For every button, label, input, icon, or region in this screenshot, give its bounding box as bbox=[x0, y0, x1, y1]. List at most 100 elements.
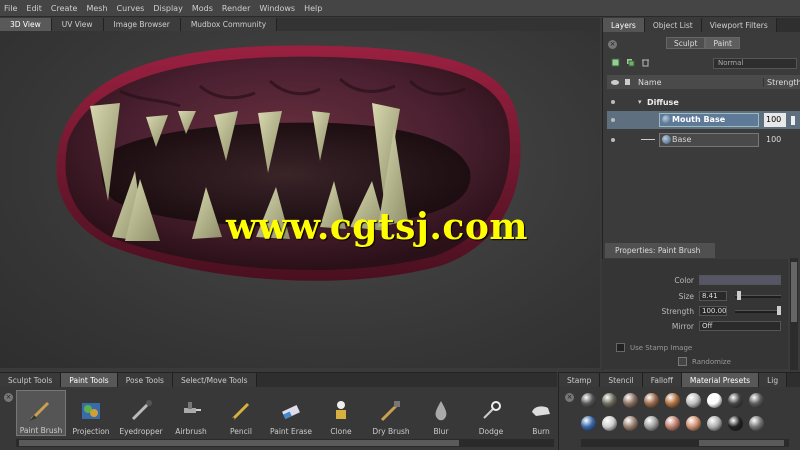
menu-render[interactable]: Render bbox=[222, 4, 250, 13]
material-preset-ball[interactable] bbox=[644, 393, 659, 408]
tool-dry-brush[interactable]: Dry Brush bbox=[366, 390, 416, 436]
menu-mesh[interactable]: Mesh bbox=[86, 4, 107, 13]
tool-dodge[interactable]: Dodge bbox=[466, 390, 516, 436]
layer-name[interactable]: Base bbox=[659, 133, 759, 147]
scrollbar-thumb[interactable] bbox=[19, 440, 459, 446]
properties-title: Properties: Paint Brush bbox=[605, 243, 715, 258]
paint-mode-button[interactable]: Paint bbox=[705, 37, 740, 49]
strength-field[interactable]: 100.00 bbox=[699, 306, 727, 316]
randomize-checkbox[interactable] bbox=[678, 357, 687, 366]
material-preset-ball[interactable] bbox=[707, 393, 722, 408]
scrollbar-thumb[interactable] bbox=[791, 262, 797, 322]
sculpt-mode-button[interactable]: Sculpt bbox=[666, 37, 706, 49]
menu-curves[interactable]: Curves bbox=[117, 4, 145, 13]
material-preset-ball[interactable] bbox=[749, 393, 764, 408]
material-preset-ball[interactable] bbox=[581, 393, 596, 408]
tool-clone[interactable]: Clone bbox=[316, 390, 366, 436]
material-tray-scrollbar[interactable] bbox=[581, 439, 789, 447]
layer-row[interactable]: Base 100 bbox=[607, 131, 800, 149]
layer-row[interactable]: Mouth Base 100 bbox=[607, 111, 800, 129]
tab-stencil[interactable]: Stencil bbox=[600, 373, 643, 387]
size-slider[interactable] bbox=[735, 295, 781, 298]
layer-name-text: Mouth Base bbox=[672, 115, 726, 124]
material-preset-ball[interactable] bbox=[728, 393, 743, 408]
material-preset-ball[interactable] bbox=[728, 416, 743, 431]
tool-label: Projection bbox=[72, 427, 110, 436]
expand-arrow-icon[interactable]: ▾ bbox=[638, 98, 642, 106]
size-label: Size bbox=[678, 292, 694, 301]
material-preset-ball[interactable] bbox=[602, 393, 617, 408]
material-preset-ball[interactable] bbox=[623, 393, 638, 408]
material-preset-ball[interactable] bbox=[623, 416, 638, 431]
close-icon[interactable]: × bbox=[608, 40, 617, 49]
tool-tray-scrollbar[interactable] bbox=[16, 439, 554, 447]
view-tab-3d-view[interactable]: 3D View bbox=[0, 18, 52, 31]
material-preset-ball[interactable] bbox=[665, 416, 680, 431]
tool-projection[interactable]: Projection bbox=[66, 390, 116, 436]
tab-layers[interactable]: Layers bbox=[603, 18, 645, 32]
tab-sculpt-tools[interactable]: Sculpt Tools bbox=[0, 373, 62, 387]
tool-airbrush[interactable]: Airbrush bbox=[166, 390, 216, 436]
material-preset-ball[interactable] bbox=[581, 416, 596, 431]
layer-name-text: Base bbox=[672, 135, 692, 144]
tab-stamp[interactable]: Stamp bbox=[559, 373, 601, 387]
strength-slider[interactable] bbox=[735, 310, 781, 313]
material-preset-ball[interactable] bbox=[707, 416, 722, 431]
properties-scrollbar[interactable] bbox=[790, 258, 798, 370]
stamp-checkbox[interactable] bbox=[616, 343, 625, 352]
tab-viewport-filters[interactable]: Viewport Filters bbox=[701, 18, 777, 32]
material-tray: Stamp Stencil Falloff Material Presets Lig × bbox=[558, 372, 800, 450]
tab-object-list[interactable]: Object List bbox=[644, 18, 702, 32]
visibility-eye-icon[interactable] bbox=[611, 138, 615, 142]
tool-blur[interactable]: Blur bbox=[416, 390, 466, 436]
menu-help[interactable]: Help bbox=[304, 4, 322, 13]
menu-display[interactable]: Display bbox=[153, 4, 183, 13]
layer-group-row[interactable]: ▾ Diffuse bbox=[607, 93, 800, 111]
close-icon[interactable]: × bbox=[565, 393, 574, 402]
tool-eyedropper[interactable]: Eyedropper bbox=[116, 390, 166, 436]
layer-strength-value[interactable]: 100 bbox=[764, 113, 786, 127]
material-preset-ball[interactable] bbox=[686, 416, 701, 431]
material-preset-ball[interactable] bbox=[644, 416, 659, 431]
tab-paint-tools[interactable]: Paint Tools bbox=[61, 373, 118, 387]
trash-icon[interactable] bbox=[641, 58, 650, 67]
menu-create[interactable]: Create bbox=[51, 4, 78, 13]
material-preset-ball[interactable] bbox=[665, 393, 680, 408]
menu-file[interactable]: File bbox=[4, 4, 17, 13]
close-icon[interactable]: × bbox=[4, 393, 13, 402]
tool-paint-brush[interactable]: Paint Brush bbox=[16, 390, 66, 436]
mirror-select[interactable]: Off bbox=[699, 321, 781, 331]
material-preset-ball[interactable] bbox=[686, 393, 701, 408]
visibility-eye-icon[interactable] bbox=[611, 118, 615, 122]
tab-pose-tools[interactable]: Pose Tools bbox=[117, 373, 173, 387]
strength-slider-handle[interactable] bbox=[791, 116, 795, 125]
view-tab-mudbox-community[interactable]: Mudbox Community bbox=[180, 18, 278, 31]
3d-viewport[interactable]: www.cgtsj.com bbox=[0, 31, 600, 368]
tab-select-move-tools[interactable]: Select/Move Tools bbox=[172, 373, 257, 387]
material-preset-ball[interactable] bbox=[602, 416, 617, 431]
menu-edit[interactable]: Edit bbox=[26, 4, 42, 13]
tool-pencil[interactable]: Pencil bbox=[216, 390, 266, 436]
material-preset-ball[interactable] bbox=[749, 416, 764, 431]
tab-lig[interactable]: Lig bbox=[759, 373, 788, 387]
scrollbar-thumb[interactable] bbox=[699, 440, 784, 446]
tool-paint-erase[interactable]: Paint Erase bbox=[266, 390, 316, 436]
duplicate-layer-icon[interactable] bbox=[626, 58, 635, 67]
menu-mods[interactable]: Mods bbox=[192, 4, 213, 13]
view-tab-image-browser[interactable]: Image Browser bbox=[103, 18, 181, 31]
tab-material-presets[interactable]: Material Presets bbox=[681, 373, 760, 387]
menu-windows[interactable]: Windows bbox=[259, 4, 295, 13]
view-tab-uv-view[interactable]: UV View bbox=[51, 18, 104, 31]
color-swatch[interactable] bbox=[699, 275, 781, 285]
visibility-eye-icon[interactable] bbox=[611, 100, 615, 104]
size-field[interactable]: 8.41 bbox=[699, 291, 727, 301]
new-layer-icon[interactable] bbox=[611, 58, 620, 67]
layer-name[interactable]: Mouth Base bbox=[659, 113, 759, 127]
mirror-label: Mirror bbox=[671, 322, 694, 331]
blend-mode-select[interactable]: Normal bbox=[713, 58, 797, 69]
layer-strength-value[interactable]: 100 bbox=[764, 133, 786, 147]
tab-falloff[interactable]: Falloff bbox=[642, 373, 682, 387]
size-slider-handle[interactable] bbox=[737, 291, 741, 300]
strength-slider-handle[interactable] bbox=[777, 306, 781, 315]
material-tray-tabs: Stamp Stencil Falloff Material Presets Lig bbox=[559, 373, 800, 387]
